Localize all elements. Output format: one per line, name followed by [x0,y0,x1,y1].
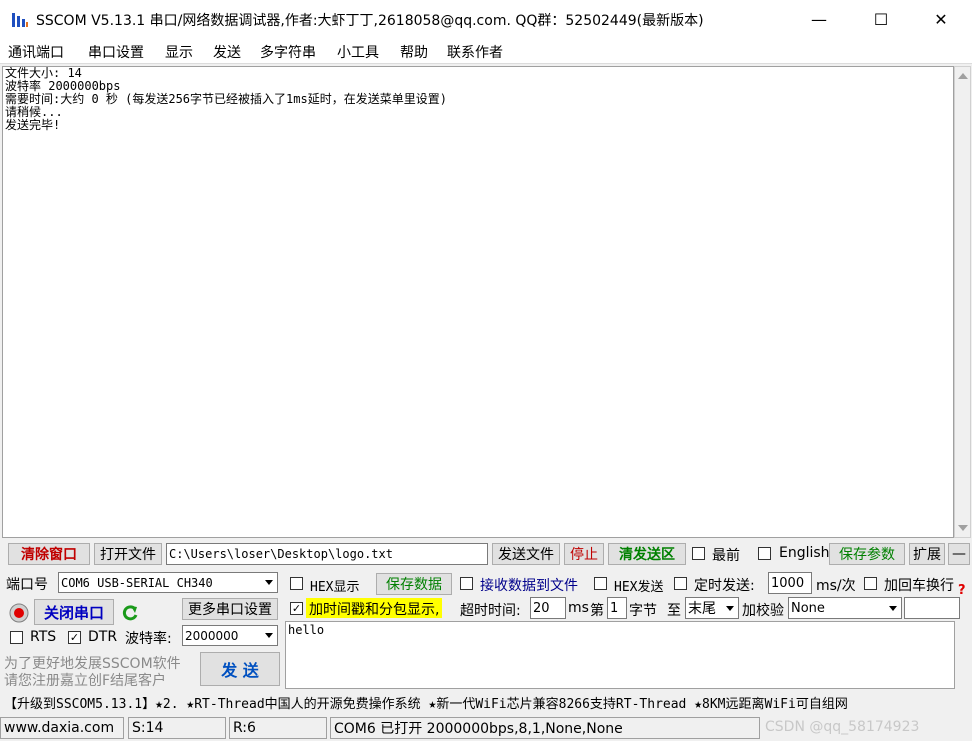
hint-line: 请您注册嘉立创F结尾客户 [4,673,167,689]
port-label: 端口号 [6,577,48,593]
byte-suffix-label: 字节 [629,603,657,619]
save-data-button[interactable]: 保存数据 [376,573,452,595]
checksum-select[interactable]: None [788,597,902,619]
receive-line: 文件大小: 14 [5,66,82,80]
send-text-area[interactable]: hello [285,621,955,689]
byte-index-field[interactable]: 1 [607,597,627,619]
collapse-button[interactable]: — [948,543,970,565]
clear-send-button[interactable]: 清发送区 [608,543,686,565]
send-file-button[interactable]: 发送文件 [492,543,560,565]
timestamp-checkbox[interactable]: ✓ [290,602,303,615]
to-label: 至 [667,603,681,619]
chevron-down-icon[interactable] [260,626,277,645]
recv-to-file-checkbox[interactable] [460,577,473,590]
menu-help[interactable]: 帮助 [400,42,428,62]
expand-button[interactable]: 扩展 [909,543,945,565]
baud-label: 波特率: [125,631,172,647]
maximize-button[interactable]: ☐ [858,0,904,38]
save-params-button[interactable]: 保存参数 [829,543,905,565]
file-path-field[interactable]: C:\Users\loser\Desktop\logo.txt [166,543,488,565]
english-label: English [779,545,830,561]
english-checkbox[interactable] [758,547,771,560]
rts-label: RTS [30,629,57,645]
topmost-label: 最前 [712,548,740,564]
receive-area[interactable]: 文件大小: 14 波特率 2000000bps 需要时间:大约 0 秒 (每发送… [2,66,954,538]
port-status-icon [9,603,29,623]
scroll-up-icon[interactable] [958,73,968,79]
close-button[interactable]: ✕ [918,0,964,38]
status-bar: www.daxia.com S:14 R:6 COM6 已打开 2000000b… [0,715,972,741]
menu-serial-settings[interactable]: 串口设置 [88,42,144,62]
menu-tools[interactable]: 小工具 [337,42,379,62]
interval-field[interactable]: 1000 [768,572,812,594]
help-icon[interactable]: ? [958,583,966,598]
news-ticker[interactable]: 【升级到SSCOM5.13.1】★2. ★RT-Thread中国人的开源免费操作… [0,691,972,713]
menu-bar: 通讯端口 串口设置 显示 发送 多字符串 小工具 帮助 联系作者 [0,38,972,64]
receive-line: 需要时间:大约 0 秒 (每发送256字节已经被插入了1ms延时，在发送菜单里设… [5,92,447,106]
topmost-checkbox[interactable] [692,547,705,560]
app-icon [12,13,28,27]
baud-value: 2000000 [185,628,239,643]
checksum-value: None [791,600,825,616]
recv-to-file-label: 接收数据到文件 [480,578,578,594]
byte-prefix-label: 第 [590,603,604,619]
window-title: SSCOM V5.13.1 串口/网络数据调试器,作者:大虾丁丁,2618058… [36,13,704,29]
timeout-label: 超时时间: [460,603,521,619]
add-crlf-checkbox[interactable] [864,577,877,590]
refresh-icon[interactable] [120,603,140,623]
timeout-field[interactable]: 20 [530,597,566,619]
status-recv-count: R:6 [229,717,327,739]
status-sent-count: S:14 [128,717,226,739]
timed-send-label: 定时发送: [694,578,755,594]
receive-scrollbar[interactable] [954,66,971,538]
open-file-button[interactable]: 打开文件 [94,543,162,565]
add-crlf-label: 加回车换行 [884,578,954,594]
checksum-label: 加校验 [742,603,784,619]
hex-send-checkbox[interactable] [594,577,607,590]
status-site[interactable]: www.daxia.com [0,717,124,739]
chevron-down-icon[interactable] [260,573,277,592]
dtr-checkbox[interactable]: ✓ [68,631,81,644]
rts-checkbox[interactable] [10,631,23,644]
menu-comm-port[interactable]: 通讯端口 [8,42,64,62]
baud-select[interactable]: 2000000 [182,625,278,646]
minimize-button[interactable]: — [796,0,842,38]
receive-line: 请稍候... [5,105,63,119]
clear-window-button[interactable]: 清除窗口 [8,543,90,565]
timed-send-checkbox[interactable] [674,577,687,590]
checksum-extra-field[interactable] [904,597,960,619]
more-settings-button[interactable]: 更多串口设置 [182,598,278,620]
menu-send[interactable]: 发送 [213,42,241,62]
status-port-info: COM6 已打开 2000000bps,8,1,None,None [330,717,760,739]
watermark: CSDN @qq_58174923 [765,719,920,735]
close-port-button[interactable]: 关闭串口 [34,599,114,625]
hex-display-label: HEX显示 [310,580,360,595]
to-value: 末尾 [688,601,716,617]
hex-send-label: HEX发送 [614,580,664,595]
port-select[interactable]: COM6 USB-SERIAL CH340 [58,572,278,593]
title-bar: SSCOM V5.13.1 串口/网络数据调试器,作者:大虾丁丁,2618058… [0,0,972,38]
port-value: COM6 USB-SERIAL CH340 [61,575,213,590]
menu-multi-string[interactable]: 多字符串 [260,42,316,62]
send-text: hello [288,623,325,637]
chevron-down-icon[interactable] [884,598,901,618]
receive-line: 发送完毕! [5,118,61,132]
to-select[interactable]: 末尾 [685,597,739,619]
send-button[interactable]: 发 送 [200,652,280,686]
scroll-down-icon[interactable] [958,525,968,531]
interval-unit: ms/次 [816,578,856,594]
menu-display[interactable]: 显示 [165,42,193,62]
hex-display-checkbox[interactable] [290,577,303,590]
timestamp-label: 加时间戳和分包显示, [306,598,443,618]
dtr-label: DTR [88,629,118,645]
stop-button[interactable]: 停止 [564,543,604,565]
timeout-unit: ms [568,600,589,616]
chevron-down-icon[interactable] [721,598,738,618]
menu-contact-author[interactable]: 联系作者 [447,42,503,62]
